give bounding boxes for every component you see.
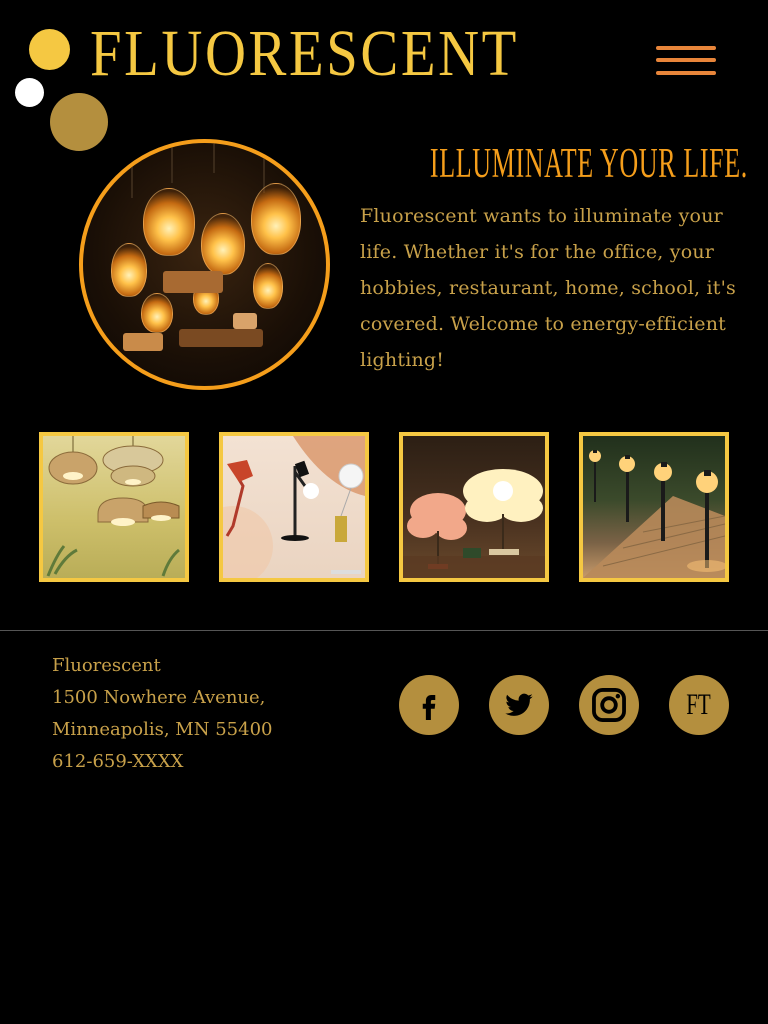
gallery-tile-feather-lamps[interactable] bbox=[399, 432, 549, 582]
hero-bulbs-image bbox=[79, 139, 330, 390]
logo-dot-white bbox=[15, 78, 44, 107]
brand-title[interactable]: FLUORESCENT bbox=[90, 14, 519, 94]
footer-address-line2: Minneapolis, MN 55400 bbox=[52, 719, 273, 740]
hero-description: Fluorescent wants to illuminate your lif… bbox=[360, 205, 736, 371]
footer-divider bbox=[0, 630, 768, 631]
feather-lamps-image bbox=[403, 469, 545, 578]
gallery-tile-desk-lamps[interactable] bbox=[219, 432, 369, 582]
gallery-tile-rattan-lamps[interactable] bbox=[39, 432, 189, 582]
footer-address-line1: 1500 Nowhere Avenue, bbox=[52, 687, 266, 708]
logo-dot-tan bbox=[50, 93, 108, 151]
desk-lamps-image bbox=[223, 436, 365, 578]
footer-contact: Fluorescent 1500 Nowhere Avenue, Minneap… bbox=[52, 650, 272, 778]
twitter-icon[interactable] bbox=[489, 675, 549, 735]
ft-monogram-icon[interactable]: FT bbox=[669, 675, 729, 735]
path-lights-image bbox=[583, 450, 725, 578]
footer-company-name: Fluorescent bbox=[52, 655, 161, 676]
rattan-lamps-image bbox=[46, 436, 180, 577]
instagram-icon[interactable] bbox=[579, 675, 639, 735]
facebook-icon[interactable] bbox=[399, 675, 459, 735]
hamburger-menu-icon[interactable] bbox=[656, 44, 716, 78]
footer-phone[interactable]: 612-659-XXXX bbox=[52, 746, 272, 778]
ft-monogram-label: FT bbox=[686, 688, 712, 721]
logo-dot-yellow bbox=[29, 29, 70, 70]
gallery-tile-path-lights[interactable] bbox=[579, 432, 729, 582]
hero-heading: ILLUMINATE YOUR LIFE. bbox=[429, 141, 748, 187]
